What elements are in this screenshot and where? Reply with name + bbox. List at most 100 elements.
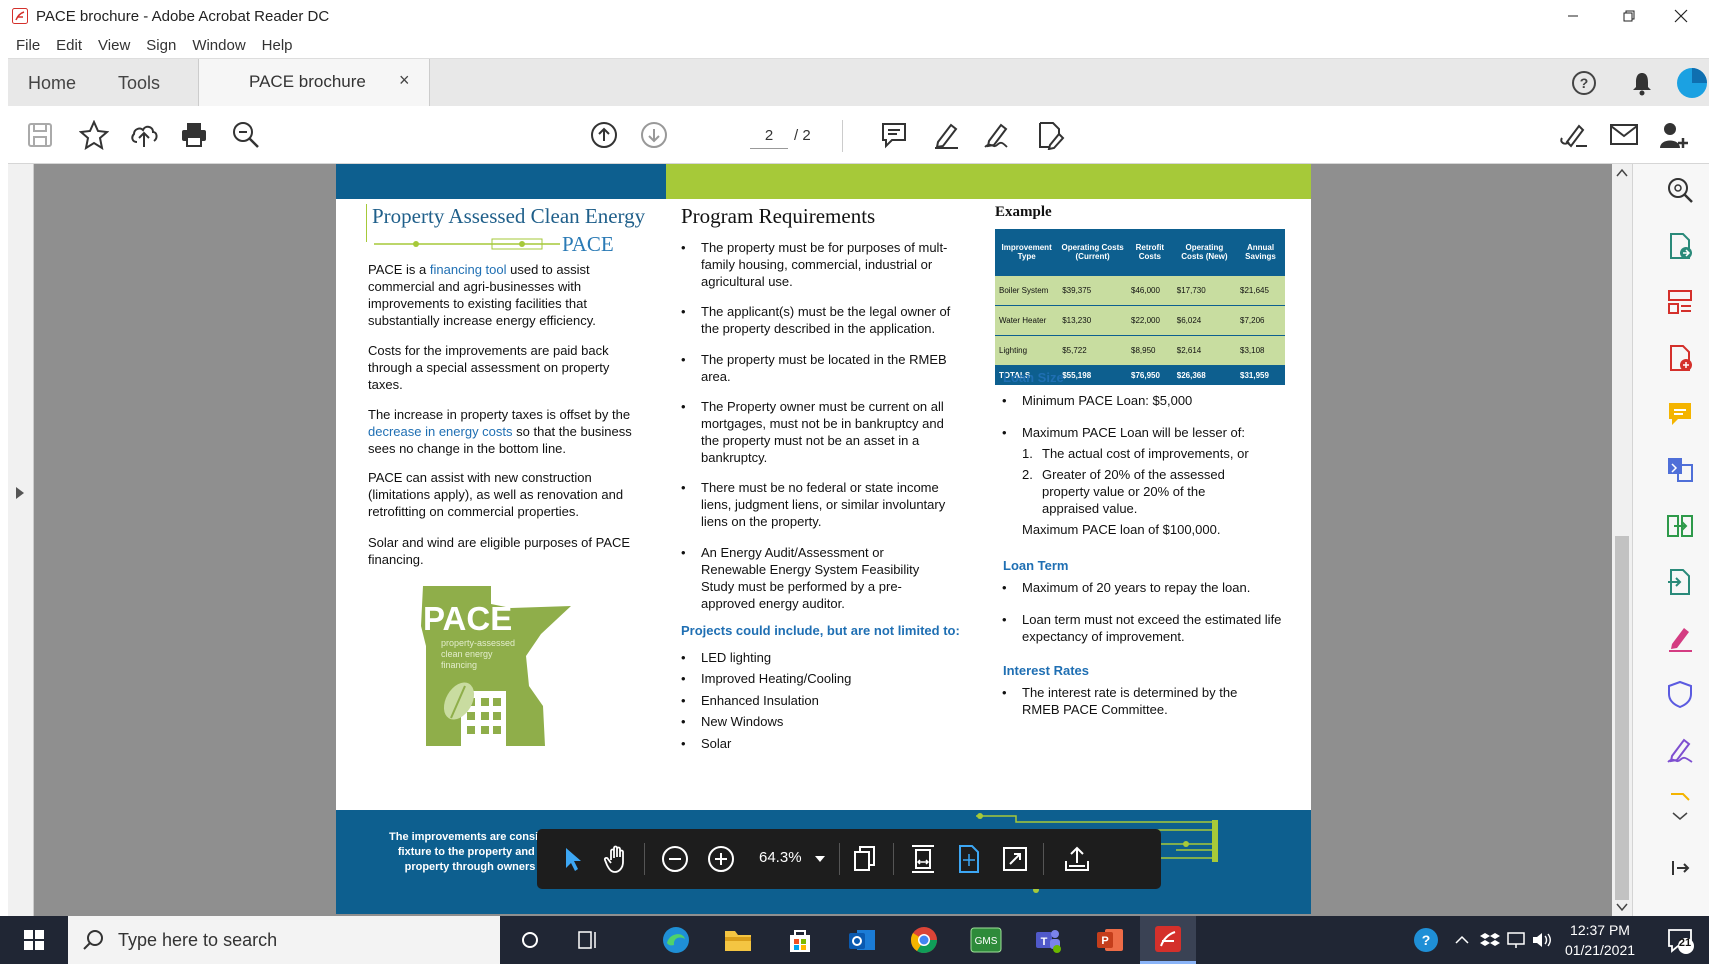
previous-page-icon[interactable] <box>588 119 620 151</box>
example-savings-table: Improvement Type Operating Costs (Curren… <box>995 229 1285 385</box>
powerpoint-icon[interactable]: P <box>1094 924 1126 956</box>
zoom-in-icon[interactable] <box>705 843 737 875</box>
toolbar-divider <box>842 120 843 152</box>
restore-button[interactable] <box>1601 0 1657 32</box>
vertical-scrollbar[interactable] <box>1612 164 1632 916</box>
acrobat-taskbar-button-active[interactable] <box>1140 916 1196 964</box>
share-user-icon[interactable] <box>1658 119 1690 151</box>
fill-sign-tool-icon[interactable] <box>1664 622 1696 654</box>
create-pdf-icon[interactable] <box>1664 342 1696 374</box>
edge-browser-icon[interactable] <box>660 924 692 956</box>
select-cursor-icon[interactable] <box>557 843 589 875</box>
compress-pdf-icon[interactable] <box>1664 510 1696 542</box>
microsoft-store-icon[interactable] <box>784 924 816 956</box>
upload-cloud-icon[interactable] <box>128 119 160 151</box>
zoom-search-icon[interactable] <box>230 119 262 151</box>
menu-window[interactable]: Window <box>192 37 245 54</box>
outlook-icon[interactable] <box>846 924 878 956</box>
sign-pen-icon[interactable] <box>982 119 1014 151</box>
send-for-review-icon[interactable] <box>1664 566 1696 598</box>
hand-tool-icon[interactable] <box>601 843 633 875</box>
help-tray-icon[interactable]: ? <box>1410 924 1442 956</box>
export-pdf-icon[interactable] <box>1664 230 1696 262</box>
svg-text:T: T <box>1041 936 1048 948</box>
project-item: • LED lighting <box>681 650 772 665</box>
combine-files-icon[interactable] <box>1664 454 1696 486</box>
fit-page-icon[interactable] <box>953 843 985 875</box>
logo-tagline-line: financing <box>441 660 478 670</box>
taskbar-search-box[interactable]: Type here to search <box>68 916 500 964</box>
scroll-up-icon[interactable] <box>1616 168 1628 178</box>
logo-tagline: property-assessed clean energy financing <box>441 638 515 671</box>
zoom-out-icon[interactable] <box>659 843 691 875</box>
action-center-icon[interactable]: 21 <box>1664 924 1696 956</box>
fill-sign-icon[interactable] <box>1558 119 1590 151</box>
highlight-pen-icon[interactable] <box>930 119 962 151</box>
scroll-thumb[interactable] <box>1615 536 1629 900</box>
energy-costs-link[interactable]: decrease in energy costs <box>368 424 513 439</box>
floatbar-divider <box>839 843 840 875</box>
organize-pages-icon[interactable] <box>1664 286 1696 318</box>
tab-tools[interactable]: Tools <box>118 59 160 107</box>
notifications-bell-icon[interactable] <box>1628 69 1656 97</box>
help-icon[interactable]: ? <box>1570 69 1598 97</box>
window-title: PACE brochure - Adobe Acrobat Reader DC <box>36 8 330 25</box>
scroll-tools-down-icon[interactable] <box>1664 806 1696 826</box>
requirement-item: • An Energy Audit/Assessment or Renewable… <box>681 545 920 611</box>
comment-tool-icon[interactable] <box>1664 398 1696 430</box>
save-icon[interactable] <box>24 119 56 151</box>
teams-icon[interactable]: T <box>1032 924 1064 956</box>
fit-width-icon[interactable] <box>907 843 939 875</box>
chevron-down-icon[interactable] <box>815 855 825 863</box>
file-explorer-icon[interactable] <box>722 924 754 956</box>
next-page-icon[interactable] <box>638 119 670 151</box>
page-display-icon[interactable] <box>849 843 881 875</box>
floating-page-controls: 64.3% <box>537 829 1161 889</box>
task-view-icon[interactable] <box>572 924 604 956</box>
menu-view[interactable]: View <box>98 37 130 54</box>
close-tab-icon[interactable]: × <box>399 70 410 91</box>
search-placeholder: Type here to search <box>118 930 278 950</box>
financing-tool-link[interactable]: financing tool <box>430 262 507 277</box>
table-row: Lighting $5,722 $8,950 $2,614 $3,108 <box>995 334 1285 365</box>
close-window-button[interactable] <box>1653 0 1709 32</box>
circuit-decoration <box>372 236 562 252</box>
tab-document[interactable]: PACE brochure × <box>198 59 430 106</box>
gms-app-icon[interactable]: GMS <box>970 924 1002 956</box>
requirement-item: • The Property owner must be current on a… <box>681 399 944 465</box>
system-clock[interactable]: 12:37 PM 01/21/2021 <box>1560 920 1640 960</box>
page-number-input[interactable]: 2 <box>750 123 788 149</box>
account-avatar[interactable] <box>1676 67 1708 99</box>
request-signature-icon[interactable] <box>1664 734 1696 766</box>
svg-text:?: ? <box>1422 932 1431 948</box>
left-navigation-panel[interactable] <box>8 164 34 916</box>
tab-home[interactable]: Home <box>28 59 76 107</box>
windows-start-icon[interactable] <box>18 924 50 956</box>
minimize-button[interactable] <box>1545 0 1601 32</box>
table-cell: Lighting <box>995 334 1059 365</box>
loan-term-heading: Loan Term <box>1003 558 1069 573</box>
expand-left-panel-icon[interactable] <box>14 486 26 500</box>
email-icon[interactable] <box>1608 119 1640 151</box>
menu-edit[interactable]: Edit <box>56 37 82 54</box>
chrome-icon[interactable] <box>908 924 940 956</box>
zoom-level-select[interactable]: 64.3% <box>759 849 802 866</box>
table-cell: $31,959 <box>1236 364 1285 385</box>
menu-file[interactable]: File <box>16 37 40 54</box>
menu-help[interactable]: Help <box>262 37 293 54</box>
volume-icon[interactable] <box>1526 924 1558 956</box>
star-bookmark-icon[interactable] <box>78 119 110 151</box>
edit-pdf-icon[interactable] <box>1034 119 1066 151</box>
cortana-icon[interactable] <box>514 924 546 956</box>
full-screen-icon[interactable] <box>999 843 1031 875</box>
collapse-tools-pane-icon[interactable] <box>1664 852 1696 884</box>
menu-sign[interactable]: Sign <box>146 37 176 54</box>
comment-icon[interactable] <box>878 119 910 151</box>
protect-shield-icon[interactable] <box>1664 678 1696 710</box>
solar-paragraph: Solar and wind are eligible purposes of … <box>368 535 631 567</box>
print-icon[interactable] <box>178 119 210 151</box>
zoom-in-tool-icon[interactable] <box>1664 174 1696 206</box>
scroll-down-icon[interactable] <box>1616 902 1628 912</box>
program-requirements-heading: Program Requirements <box>681 204 876 228</box>
share-upload-icon[interactable] <box>1061 843 1093 875</box>
